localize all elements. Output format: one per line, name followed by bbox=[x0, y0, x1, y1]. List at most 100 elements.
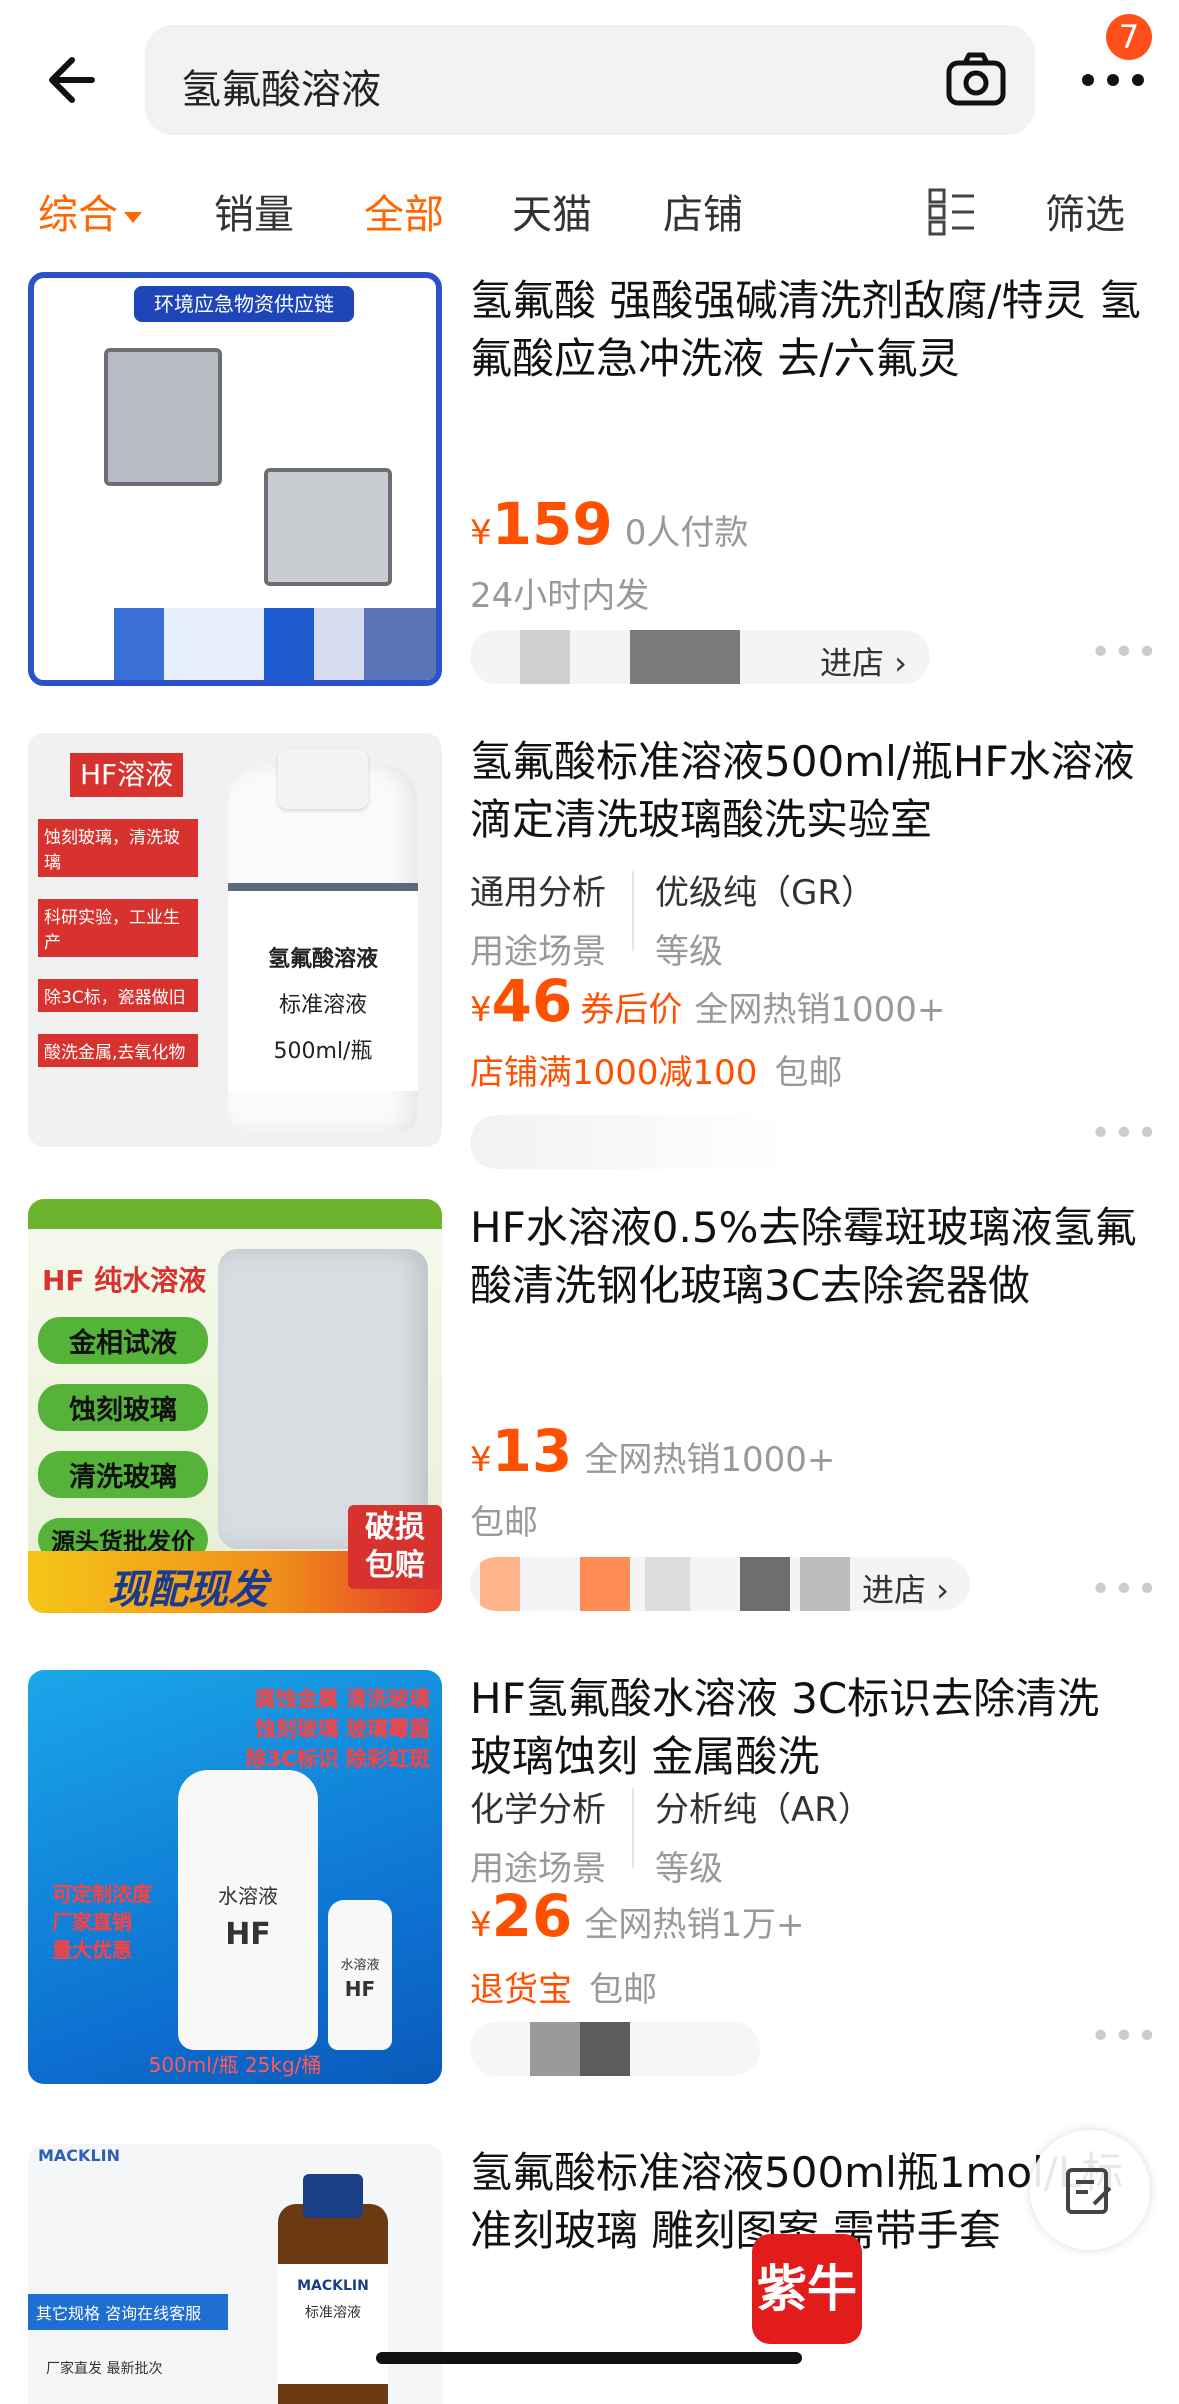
notification-badge: 7 bbox=[1106, 14, 1152, 60]
sales-count: 全网热销1000+ bbox=[694, 990, 946, 1030]
image-left-text: 可定制浓度 厂家直销 量大优惠 bbox=[52, 1882, 152, 1962]
shop-link[interactable]: 进店 › bbox=[470, 1557, 970, 1611]
tab-comprehensive[interactable]: 综合 bbox=[38, 182, 142, 240]
promo-row: 店铺满1000减100 包邮 bbox=[470, 1045, 843, 1094]
bottle-image: 氢氟酸溶液 标准溶液 500ml/瓶 bbox=[228, 749, 418, 1133]
enter-shop-label: 进店 › bbox=[862, 1571, 949, 1609]
camera-icon[interactable] bbox=[943, 47, 1009, 113]
product-info: HF水溶液0.5%去除霉斑玻璃液氢氟酸清洗钢化玻璃3C去除瓷器做 ¥13 全网热销… bbox=[470, 1199, 1150, 1611]
shipping-label: 包邮 bbox=[470, 1503, 538, 1543]
coupon-label: 券后价 bbox=[580, 990, 683, 1030]
product-info: 氢氟酸标准溶液500ml/瓶HF水溶液滴定清洗玻璃酸洗实验室 通用分析 用途场景… bbox=[470, 733, 1150, 1169]
bottle-label: 氢氟酸溶液 标准溶液 500ml/瓶 bbox=[228, 883, 418, 1091]
feedback-button[interactable] bbox=[1030, 2130, 1150, 2250]
divider bbox=[632, 871, 634, 951]
blurred-shop-name bbox=[800, 1557, 850, 1611]
product-image[interactable]: MACKLIN 其它规格 咨询在线客服 厂家直发 最新批次 MACKLIN 标准… bbox=[28, 2144, 442, 2404]
guarantee-badge: 破损 包赔 bbox=[348, 1505, 442, 1589]
product-image[interactable]: HF 纯水溶液 金相试液 蚀刻玻璃 清洗玻璃 源头货批发价 现配现发 破损 包赔 bbox=[28, 1199, 442, 1613]
blurred-shop-name bbox=[740, 1557, 790, 1611]
search-bar[interactable]: 氢氟酸溶液 bbox=[145, 25, 1035, 135]
blurred-shop-name bbox=[645, 1557, 690, 1611]
blurred-shop-name bbox=[480, 1557, 520, 1611]
attr-usage: 通用分析 用途场景 bbox=[470, 873, 606, 972]
bottle-label: MACKLIN 标准溶液 bbox=[278, 2264, 388, 2384]
product-title[interactable]: 氢氟酸标准溶液500ml/瓶HF水溶液滴定清洗玻璃酸洗实验室 bbox=[470, 733, 1150, 849]
top-bar: 氢氟酸溶液 7 bbox=[0, 0, 1179, 160]
blurred-shop-name bbox=[520, 630, 570, 684]
image-note: 其它规格 咨询在线客服 bbox=[28, 2294, 228, 2330]
bottle-cap bbox=[278, 749, 368, 809]
case-image bbox=[104, 348, 222, 486]
product-attributes: 化学分析 用途场景 分析纯（AR） 等级 bbox=[470, 1782, 1150, 1889]
home-indicator[interactable] bbox=[376, 2352, 802, 2364]
bottle-large-image: 水溶液 HF bbox=[178, 1770, 318, 2050]
product-image[interactable]: 环境应急物资供应链 bbox=[28, 272, 442, 686]
product-title[interactable]: HF氢氟酸水溶液 3C标识去除清洗 玻璃蚀刻 金属酸洗 bbox=[470, 1670, 1150, 1786]
product-title[interactable]: HF水溶液0.5%去除霉斑玻璃液氢氟酸清洗钢化玻璃3C去除瓷器做 bbox=[470, 1199, 1150, 1315]
promo-label: 退货宝 bbox=[470, 1970, 572, 2010]
tab-filter[interactable]: 筛选 bbox=[1045, 182, 1125, 240]
image-banner: 环境应急物资供应链 bbox=[134, 286, 354, 322]
product-image[interactable]: 腐蚀金属 清洗玻璃 蚀刻玻璃 玻璃霉菌 除3C标识 除彩虹斑 可定制浓度 厂家直… bbox=[28, 1670, 442, 2084]
attr-grade: 分析纯（AR） 等级 bbox=[655, 1790, 872, 1889]
image-note: 厂家直发 最新批次 bbox=[46, 2361, 163, 2377]
more-options-icon[interactable] bbox=[1080, 52, 1146, 102]
shipping-time: 24小时内发 bbox=[470, 576, 650, 616]
bottle-cap bbox=[303, 2174, 363, 2218]
more-dots-icon[interactable]: ••• bbox=[1090, 2016, 1160, 2057]
feature-list: 蚀刻玻璃，清洗玻璃 科研实验，工业生产 除3C标，瓷器做旧 酸洗金属,去氧化物 bbox=[38, 819, 198, 1067]
blurred-shop-name bbox=[580, 2022, 630, 2076]
attr-grade: 优级纯（GR） 等级 bbox=[655, 873, 875, 972]
blurred-shop-name bbox=[530, 2022, 580, 2076]
back-arrow-icon[interactable] bbox=[42, 45, 112, 115]
blurred-shop-name bbox=[630, 630, 740, 684]
divider bbox=[632, 1788, 634, 1868]
tab-tmall[interactable]: 天猫 bbox=[512, 182, 592, 240]
more-dots-icon[interactable]: ••• bbox=[1090, 632, 1160, 673]
shipping-label: 包邮 bbox=[589, 1970, 658, 2010]
price-row: ¥13 全网热销1000+ bbox=[470, 1417, 836, 1485]
blurred-strip bbox=[34, 608, 436, 680]
product-attributes: 通用分析 用途场景 优级纯（GR） 等级 bbox=[470, 865, 1150, 972]
shop-link[interactable] bbox=[470, 1115, 790, 1169]
price: 46 bbox=[491, 967, 573, 1035]
image-features: 腐蚀金属 清洗玻璃 蚀刻玻璃 玻璃霉菌 除3C标识 除彩虹斑 bbox=[245, 1687, 430, 1771]
price-row: ¥46 券后价 全网热销1000+ bbox=[470, 967, 946, 1035]
edit-note-icon bbox=[1066, 2168, 1112, 2214]
tab-sales[interactable]: 销量 bbox=[214, 182, 294, 240]
image-top-band bbox=[28, 1199, 442, 1229]
product-title[interactable]: 氢氟酸 强酸强碱清洗剂敌腐/特灵 氢氟酸应急冲洗液 去/六氟灵 bbox=[470, 272, 1150, 388]
search-input[interactable]: 氢氟酸溶液 bbox=[181, 57, 381, 115]
tab-all[interactable]: 全部 bbox=[364, 182, 444, 240]
price-row: ¥159 0人付款 bbox=[470, 490, 749, 558]
price: 13 bbox=[491, 1417, 573, 1485]
feature-list: 金相试液 蚀刻玻璃 清洗玻璃 源头货批发价 bbox=[38, 1317, 208, 1561]
brand-mark: MACKLIN bbox=[38, 2146, 120, 2165]
shipping-label: 包邮 bbox=[774, 1053, 843, 1093]
image-bottom-text: 500ml/瓶 25kg/桶 bbox=[148, 2053, 322, 2077]
product-image[interactable]: HF溶液 蚀刻玻璃，清洗玻璃 科研实验，工业生产 除3C标，瓷器做旧 酸洗金属,… bbox=[28, 733, 442, 1147]
kit-image bbox=[264, 468, 392, 586]
more-dots-icon[interactable]: ••• bbox=[1090, 1569, 1160, 1610]
attr-usage: 化学分析 用途场景 bbox=[470, 1790, 606, 1889]
sales-count: 0人付款 bbox=[624, 513, 749, 553]
bottle-small-image: 水溶液 HF bbox=[328, 1900, 392, 2050]
watermark-logo: 紫牛 bbox=[752, 2234, 862, 2344]
sales-count: 全网热销1000+ bbox=[584, 1440, 836, 1480]
layout-toggle-icon[interactable] bbox=[928, 186, 978, 236]
shop-link[interactable]: 进店 › bbox=[470, 630, 930, 684]
caret-down-icon bbox=[124, 211, 142, 223]
product-info: HF氢氟酸水溶液 3C标识去除清洗 玻璃蚀刻 金属酸洗 化学分析 用途场景 分析… bbox=[470, 1670, 1150, 2076]
bottle-image bbox=[218, 1249, 428, 1549]
sales-count: 全网热销1万+ bbox=[584, 1905, 805, 1945]
sort-tabs: 综合 销量 全部 天猫 店铺 筛选 bbox=[0, 172, 1179, 242]
enter-shop-label: 进店 › bbox=[820, 644, 907, 682]
more-dots-icon[interactable]: ••• bbox=[1090, 1113, 1160, 1154]
tab-shops[interactable]: 店铺 bbox=[663, 182, 743, 240]
blurred-shop-name bbox=[580, 1557, 630, 1611]
price: 159 bbox=[491, 490, 613, 558]
image-tag: HF溶液 bbox=[70, 753, 184, 797]
shop-link[interactable] bbox=[470, 2022, 760, 2076]
bottle-image: MACKLIN 标准溶液 bbox=[278, 2174, 388, 2404]
